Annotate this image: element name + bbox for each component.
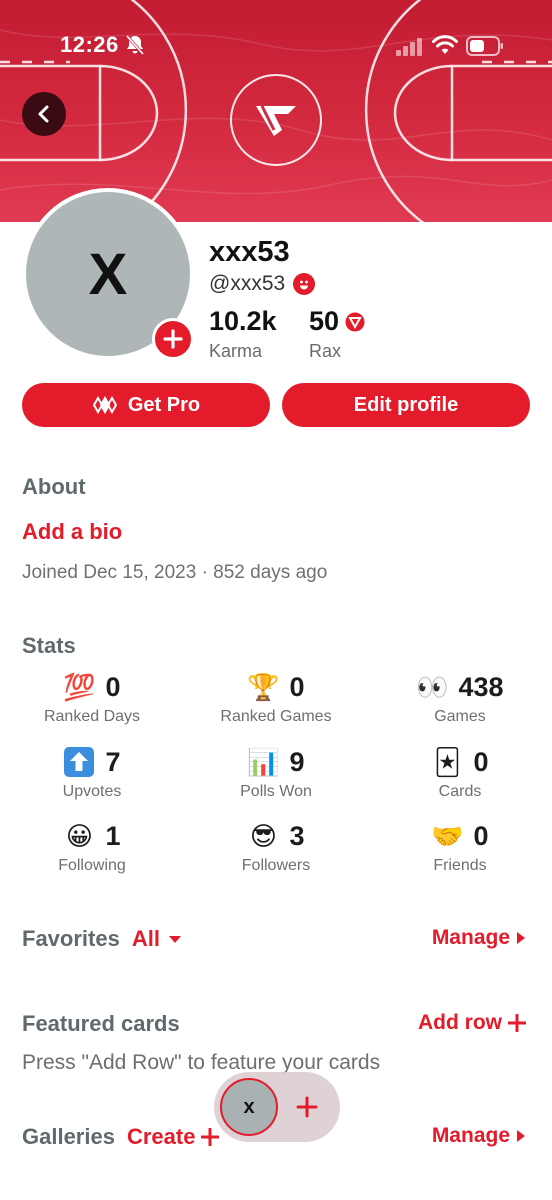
status-time: 12:26 [60,32,119,57]
stat-value: 3 [289,820,305,851]
get-pro-button[interactable]: Get Pro [22,383,270,427]
rax-metric: 50 Rax [309,306,365,362]
stat-games: 👀 438 Games [368,670,552,726]
stat-friends: 🤝 0 Friends [368,819,552,875]
caret-right-icon [517,932,525,944]
rax-label: Rax [309,341,342,361]
stat-label: Followers [241,857,311,874]
add-bio-link[interactable]: Add a bio [22,519,122,545]
stat-ranked-games: 🏆 0 Ranked Games [184,670,368,726]
create-label: Create [126,1124,196,1149]
stat-value: 438 [458,671,504,702]
create-gallery-button[interactable]: Create [126,1124,220,1150]
karma-metric: 10.2k Karma [209,306,277,362]
stat-label: Upvotes [62,783,122,800]
stat-label: Ranked Days [43,708,141,725]
stat-value: 9 [289,746,305,777]
galleries-manage-link[interactable]: Manage [432,1124,526,1148]
stat-ranked-days: 💯 0 Ranked Days [0,670,184,726]
add-avatar-button[interactable] [152,318,194,360]
add-row-label: Add row [418,1011,502,1034]
stat-value: 0 [473,746,489,777]
featured-cards-heading: Featured cards [22,1011,180,1036]
plus-icon [508,1014,526,1032]
fab-avatar-initial: x [243,1095,255,1118]
manage-label: Manage [431,1124,510,1147]
stat-following: 😀 1 Following [0,819,184,875]
plus-icon [201,1128,220,1146]
edit-profile-label: Edit profile [353,393,459,416]
cellular-signal-icon [396,38,424,61]
header-banner: 12:26 [0,0,552,222]
username: xxx53 [209,236,290,268]
rax-value: 50 [309,306,340,336]
fab-avatar-button[interactable]: x [220,1078,278,1136]
handle-row: @xxx53 [209,272,316,296]
favorites-filter-dropdown[interactable]: All [132,926,182,952]
about-heading: About [22,474,86,499]
stat-followers: 😎 3 Followers [184,819,368,875]
caret-down-icon [168,936,181,943]
hundred-points-icon: 💯 [63,672,96,702]
joker-card-icon: 🃏 [434,747,461,777]
stat-label: Friends [433,857,487,874]
plus-icon [296,1096,318,1118]
floating-action-pill: x [214,1072,340,1142]
back-button[interactable] [22,92,66,136]
featured-hint: Press "Add Row" to feature your cards [22,1051,381,1074]
rax-coin-icon [345,312,365,331]
galleries-row: Galleries Create [22,1124,220,1150]
add-row-button[interactable]: Add row [418,1011,526,1035]
bell-muted-icon [124,34,146,61]
bar-chart-icon: 📊 [247,747,280,777]
favorites-filter-label: All [131,926,160,951]
get-pro-label: Get Pro [127,393,201,416]
favorites-heading: Favorites [22,926,120,951]
favorites-row: Favorites All [22,926,182,952]
stat-value: 7 [105,746,121,777]
up-arrow-icon [63,746,95,778]
karma-value: 10.2k [209,306,277,336]
joined-date: Joined Dec 15, 2023 · 852 days ago [22,562,328,583]
stat-value: 1 [105,820,121,851]
handshake-icon: 🤝 [431,821,464,851]
app-logo-icon [230,74,322,166]
stat-label: Ranked Games [220,708,332,725]
stat-label: Polls Won [240,783,312,800]
stats-heading: Stats [22,633,76,658]
eyes-icon: 👀 [416,672,449,702]
plus-icon [163,329,183,349]
caret-right-icon [517,1130,525,1142]
stat-polls-won: 📊 9 Polls Won [184,745,368,801]
stat-label: Cards [438,783,482,800]
diamond-pro-icon [92,396,118,414]
stat-value: 0 [105,671,121,702]
stat-value: 0 [289,671,305,702]
stat-label: Following [58,857,126,874]
stat-value: 0 [473,820,489,851]
chevron-left-icon [38,105,49,123]
galleries-heading: Galleries [22,1124,115,1149]
edit-profile-button[interactable]: Edit profile [282,383,530,427]
smile-face-icon [293,273,316,295]
stat-cards: 🃏 0 Cards [368,745,552,801]
manage-label: Manage [431,926,510,949]
avatar-initial: X [88,241,128,307]
karma-label: Karma [209,341,263,361]
status-bar: 12:26 [0,30,552,62]
user-handle: @xxx53 [209,272,286,295]
grinning-face-icon: 😀 [65,821,94,851]
battery-icon [466,36,504,61]
stat-upvotes: 7 Upvotes [0,745,184,801]
wifi-icon [432,34,458,61]
favorites-manage-link[interactable]: Manage [432,926,526,950]
sunglasses-face-icon: 😎 [249,821,278,851]
fab-add-button[interactable] [292,1092,322,1122]
trophy-icon: 🏆 [247,672,280,702]
stat-label: Games [434,708,486,725]
